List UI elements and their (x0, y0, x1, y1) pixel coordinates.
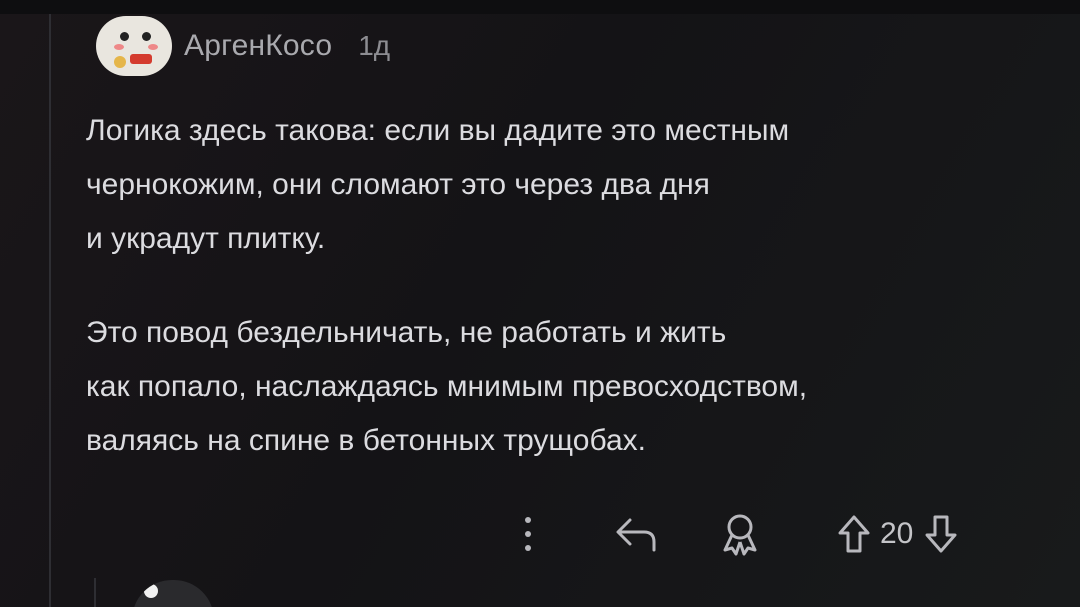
comment-paragraph: Это повод бездельничать, не работать и ж… (86, 316, 808, 457)
reply-button[interactable] (606, 508, 666, 560)
comment-body: Логика здесь такова: если вы дадите это … (86, 104, 1026, 468)
avatar-cheek (114, 44, 124, 50)
next-thread-line[interactable] (94, 578, 96, 607)
award-icon (723, 514, 757, 556)
next-comment-avatar[interactable] (132, 580, 214, 607)
timestamp: 1д (358, 30, 391, 61)
downvote-button[interactable] (921, 508, 961, 560)
upvote-icon (838, 515, 870, 553)
more-vertical-icon (525, 517, 531, 551)
top-strip (0, 0, 1080, 14)
username[interactable]: АргенКосо (184, 29, 332, 63)
avatar-cheek (148, 44, 158, 50)
reply-icon (616, 518, 656, 552)
avatar-bell (114, 56, 126, 68)
thread-line[interactable] (49, 14, 51, 607)
avatar-eye (120, 32, 129, 41)
vote-score: 20 (880, 517, 914, 550)
comment-actions: 20 (510, 508, 961, 560)
award-button[interactable] (710, 508, 770, 560)
more-options-button[interactable] (510, 508, 546, 560)
downvote-icon (925, 515, 957, 553)
next-avatar-eye (144, 584, 158, 598)
avatar[interactable] (96, 16, 172, 76)
avatar-eye (142, 32, 151, 41)
avatar-scarf (130, 54, 152, 64)
comment-paragraph: Логика здесь такова: если вы дадите это … (86, 114, 790, 255)
upvote-button[interactable] (834, 508, 874, 560)
comment-header: АргенКосо 1д (96, 14, 390, 78)
